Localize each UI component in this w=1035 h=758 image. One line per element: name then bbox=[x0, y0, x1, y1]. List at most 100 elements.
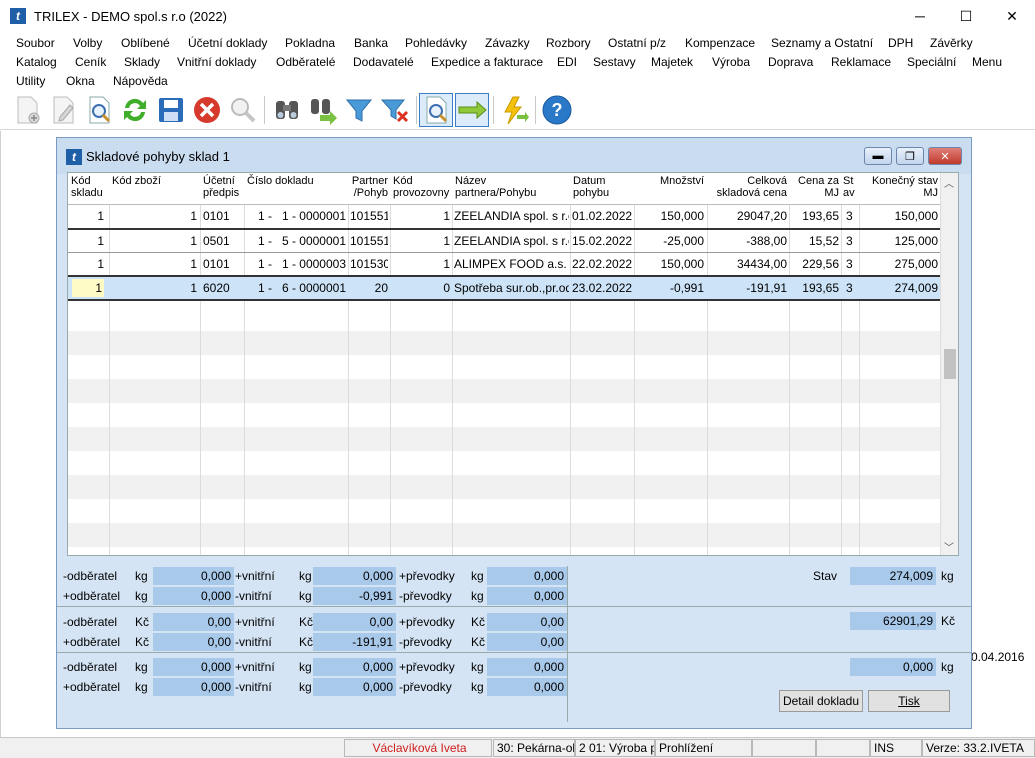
menu-expedice[interactable]: Expedice a fakturace bbox=[431, 55, 543, 69]
child-minimize-button[interactable]: ▬ bbox=[864, 147, 892, 165]
scroll-thumb[interactable] bbox=[944, 349, 956, 379]
menu-kompenzace[interactable]: Kompenzace bbox=[685, 36, 755, 50]
cell-predpis: 0101 bbox=[203, 257, 230, 271]
minimize-button[interactable]: ─ bbox=[897, 0, 943, 32]
menu-utility[interactable]: Utility bbox=[16, 74, 45, 88]
menu-zavazky[interactable]: Závazky bbox=[485, 36, 530, 50]
header-nazev-partnera[interactable]: Název partnera/Pohybu bbox=[455, 175, 569, 199]
menu-sestavy[interactable]: Sestavy bbox=[593, 55, 636, 69]
detail-icon[interactable] bbox=[419, 93, 453, 127]
menu-menu[interactable]: Menu bbox=[972, 55, 1002, 69]
cell-datum: 23.02.2022 bbox=[572, 281, 633, 295]
zoom-icon[interactable] bbox=[226, 93, 260, 127]
table-row[interactable]: 1 1 0501 1 - 5 - 0000001 101551 1 ZEELAN… bbox=[68, 230, 940, 252]
movements-grid[interactable]: Kód skladu Kód zboží Účetní předpis Čísl… bbox=[67, 172, 959, 556]
cell-predpis: 6020 bbox=[203, 281, 230, 295]
child-restore-button[interactable]: ❐ bbox=[896, 147, 924, 165]
menu-pokladna[interactable]: Pokladna bbox=[285, 36, 335, 50]
menu-doprava[interactable]: Doprava bbox=[768, 55, 813, 69]
scroll-down-icon[interactable]: ﹀ bbox=[944, 539, 954, 554]
menu-soubor[interactable]: Soubor bbox=[16, 36, 55, 50]
header-konecny-stav[interactable]: Konečný stav MJ bbox=[861, 175, 938, 199]
cell-cena-mj: 229,56 bbox=[802, 257, 839, 271]
menu-napoveda[interactable]: Nápověda bbox=[113, 74, 168, 88]
label-plus-odberatel: +odběratel bbox=[63, 589, 121, 603]
help-icon[interactable]: ? bbox=[540, 93, 574, 127]
window-title: TRILEX - DEMO spol.s r.o (2022) bbox=[34, 8, 227, 24]
menu-oblibene[interactable]: Oblíbené bbox=[121, 36, 170, 50]
cell-zbozi: 1 bbox=[190, 234, 197, 248]
menu-cenik[interactable]: Ceník bbox=[75, 55, 106, 69]
scroll-up-icon[interactable]: ︿ bbox=[944, 175, 954, 190]
save-icon[interactable] bbox=[154, 93, 188, 127]
menu-dph[interactable]: DPH bbox=[888, 36, 913, 50]
summary-divider bbox=[57, 606, 971, 607]
cell-provozovna: 1 bbox=[443, 257, 450, 271]
header-cislo-dokladu[interactable]: Číslo dokladu bbox=[247, 175, 347, 187]
status-version: Verze: 33.2.IVETA bbox=[922, 739, 1035, 757]
grid-header: Kód skladu Kód zboží Účetní předpis Čísl… bbox=[68, 173, 940, 205]
header-cena-za-mj[interactable]: Cena za MJ bbox=[792, 175, 839, 199]
menu-edi[interactable]: EDI bbox=[557, 55, 577, 69]
child-close-button[interactable]: ✕ bbox=[928, 147, 962, 165]
menu-pohledavky[interactable]: Pohledávky bbox=[405, 36, 467, 50]
menu-dodavatele[interactable]: Dodavatelé bbox=[353, 55, 414, 69]
menu-ostatni-pz[interactable]: Ostatní p/z bbox=[608, 36, 666, 50]
menu-katalog[interactable]: Katalog bbox=[16, 55, 57, 69]
menu-odberatele[interactable]: Odběratelé bbox=[276, 55, 335, 69]
header-datum-pohybu[interactable]: Datum pohybu bbox=[573, 175, 633, 199]
menu-banka[interactable]: Banka bbox=[354, 36, 388, 50]
unit-label: Kč bbox=[135, 635, 150, 649]
clear-filter-icon[interactable] bbox=[378, 93, 412, 127]
header-kod-skladu[interactable]: Kód skladu bbox=[71, 175, 107, 199]
filter-icon[interactable] bbox=[342, 93, 376, 127]
preview-document-icon[interactable] bbox=[82, 93, 116, 127]
detail-dokladu-button[interactable]: Detail dokladu bbox=[779, 690, 863, 712]
header-ucetni-predpis[interactable]: Účetní předpis bbox=[203, 175, 243, 199]
menu-vyroba[interactable]: Výroba bbox=[712, 55, 750, 69]
header-partner[interactable]: Partner /Pohyb bbox=[350, 175, 388, 199]
menu-seznamy[interactable]: Seznamy a Ostatní bbox=[771, 36, 873, 50]
new-document-icon[interactable] bbox=[10, 93, 44, 127]
menu-zaverky[interactable]: Závěrky bbox=[930, 36, 973, 50]
refresh-icon[interactable] bbox=[118, 93, 152, 127]
delete-icon[interactable] bbox=[190, 93, 224, 127]
table-row[interactable]: 1 1 0101 1 - 1 - 0000003 101530 1 ALIMPE… bbox=[68, 253, 940, 275]
find-icon[interactable] bbox=[270, 93, 304, 127]
edit-document-icon[interactable] bbox=[46, 93, 80, 127]
print-button[interactable]: Tisk bbox=[868, 690, 950, 712]
cell-nazev: ALIMPEX FOOD a.s. bbox=[454, 257, 567, 271]
menu-reklamace[interactable]: Reklamace bbox=[831, 55, 891, 69]
menu-specialni[interactable]: Speciální bbox=[907, 55, 956, 69]
header-stav[interactable]: St av bbox=[843, 175, 858, 199]
header-mnozstvi[interactable]: Množství bbox=[636, 175, 704, 187]
table-row[interactable]: 1 1 0101 1 - 1 - 0000001 101551 1 ZEELAN… bbox=[68, 205, 940, 227]
close-button[interactable]: ✕ bbox=[989, 0, 1035, 32]
table-row-selected[interactable]: 1 1 6020 1 - 6 - 0000001 20 0 Spotřeba s… bbox=[68, 277, 940, 299]
cell-stav: 3 bbox=[846, 281, 853, 295]
maximize-button[interactable]: ☐ bbox=[943, 0, 989, 32]
stav-unit: kg bbox=[941, 569, 954, 583]
menu-sklady[interactable]: Sklady bbox=[124, 55, 160, 69]
lightning-icon[interactable] bbox=[497, 93, 531, 127]
header-kod-provozovny[interactable]: Kód provozovny bbox=[393, 175, 451, 199]
cell-cena: 29047,20 bbox=[736, 209, 787, 223]
app-icon: t bbox=[10, 8, 26, 24]
find-next-icon[interactable] bbox=[306, 93, 340, 127]
summary-divider bbox=[57, 652, 971, 653]
status-mode: Prohlížení bbox=[655, 739, 752, 757]
header-kod-zbozi[interactable]: Kód zboží bbox=[112, 175, 192, 187]
menu-rozbory[interactable]: Rozbory bbox=[546, 36, 591, 50]
goto-icon[interactable] bbox=[455, 93, 489, 127]
cell-provozovna: 0 bbox=[443, 281, 450, 295]
stav-label: Stav bbox=[813, 569, 838, 583]
menu-vnitrni-doklady[interactable]: Vnitřní doklady bbox=[177, 55, 256, 69]
header-celkova-cena[interactable]: Celková skladová cena bbox=[709, 175, 787, 199]
cell-cena: -191,91 bbox=[746, 281, 787, 295]
menu-ucetni-doklady[interactable]: Účetní doklady bbox=[188, 36, 267, 50]
menu-volby[interactable]: Volby bbox=[73, 36, 102, 50]
vertical-scrollbar[interactable]: ︿ ﹀ bbox=[940, 173, 958, 555]
menu-majetek[interactable]: Majetek bbox=[651, 55, 693, 69]
menu-okna[interactable]: Okna bbox=[66, 74, 95, 88]
value-box: 0,000 bbox=[153, 658, 234, 676]
